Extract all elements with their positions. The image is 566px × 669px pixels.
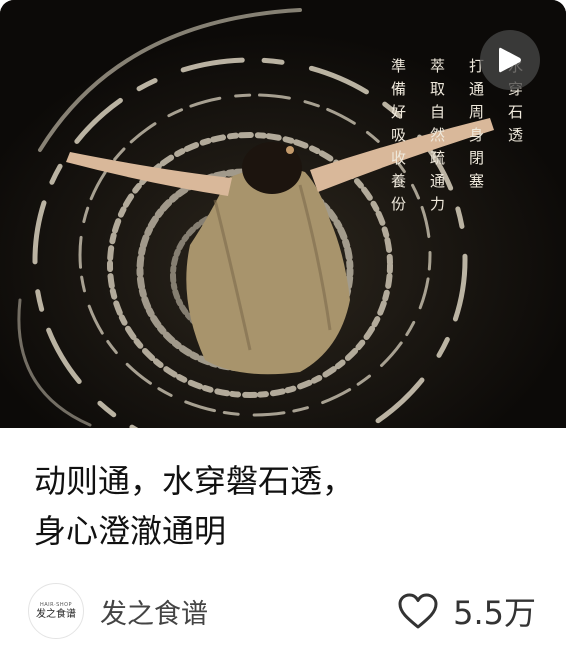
avatar-caption: HAIR·SHOP	[39, 601, 73, 608]
post-title[interactable]: 动则通，水穿磐石透， 身心澄澈通明	[34, 456, 534, 556]
cover-image[interactable]: 水穿石透 打通周身閉塞 萃取自然疏通力 準備好吸收養份	[0, 0, 566, 428]
post-title-line: 身心澄澈通明	[34, 512, 227, 550]
like-button[interactable]: 5.5万	[397, 588, 536, 634]
like-count: 5.5万	[453, 594, 536, 632]
author-avatar[interactable]: HAIR·SHOP 发之食谱	[28, 583, 84, 639]
card-footer: HAIR·SHOP 发之食谱 发之食谱 5.5万	[28, 578, 536, 644]
note-card[interactable]: 水穿石透 打通周身閉塞 萃取自然疏通力 準備好吸收養份 动则通，水穿磐石透， 身…	[0, 0, 566, 669]
poem-line: 打通周身閉塞	[467, 58, 485, 196]
post-title-line: 动则通，水穿磐石透，	[34, 462, 355, 500]
poem-line: 萃取自然疏通力	[428, 58, 446, 219]
author-name[interactable]: 发之食谱	[100, 592, 208, 631]
play-icon	[499, 47, 521, 73]
avatar-logo-text: 发之食谱	[36, 608, 76, 620]
play-button[interactable]	[480, 30, 540, 90]
poem-line: 準備好吸收養份	[389, 58, 407, 219]
heart-outline-icon	[398, 593, 438, 629]
